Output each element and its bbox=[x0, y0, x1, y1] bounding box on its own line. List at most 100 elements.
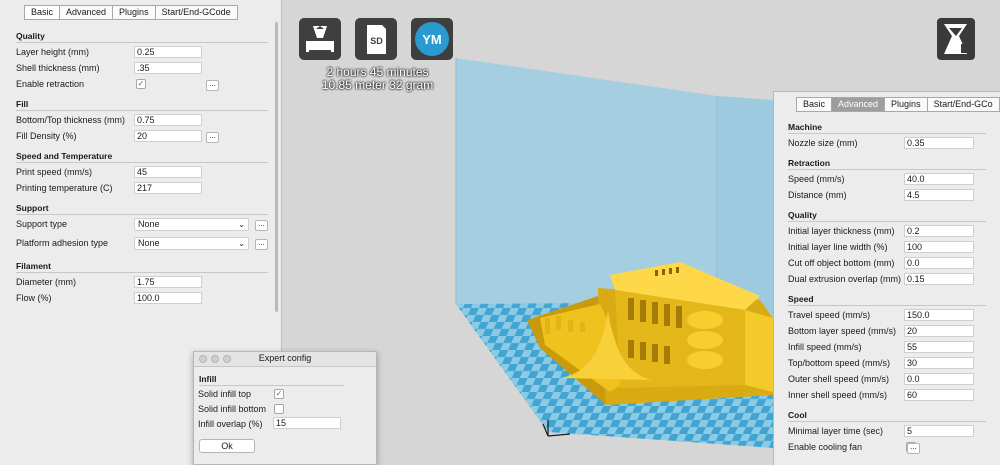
field-input[interactable]: 0.0 bbox=[904, 257, 974, 269]
divider bbox=[199, 385, 344, 386]
select-value: None bbox=[138, 238, 160, 248]
field-label: Cut off object bottom (mm) bbox=[788, 258, 895, 268]
section-divider bbox=[16, 110, 268, 111]
section-title: Quality bbox=[16, 31, 45, 41]
field-input[interactable]: 100.0 bbox=[134, 292, 202, 304]
field-input[interactable]: .35 bbox=[134, 62, 202, 74]
youmagine-icon[interactable]: YM bbox=[411, 18, 453, 60]
dialog-titlebar: Expert config bbox=[194, 352, 376, 367]
field-input[interactable]: 0.25 bbox=[134, 46, 202, 58]
section-title: Retraction bbox=[788, 158, 831, 168]
more-options-button[interactable]: ... bbox=[255, 239, 268, 250]
field-label: Dual extrusion overlap (mm) bbox=[788, 274, 902, 284]
print-material: 10.85 meter 32 gram bbox=[321, 78, 434, 92]
field-label: Print speed (mm/s) bbox=[16, 167, 93, 177]
field-input[interactable]: 45 bbox=[134, 166, 202, 178]
field-label: Diameter (mm) bbox=[16, 277, 76, 287]
solid-infill-top-checkbox[interactable]: ✓ bbox=[274, 389, 284, 399]
infill-overlap-input[interactable]: 15 bbox=[273, 417, 341, 429]
select-value: None bbox=[138, 219, 160, 229]
chevron-down-icon: ⌄ bbox=[238, 220, 245, 229]
section-title: Speed and Temperature bbox=[16, 151, 113, 161]
more-options-button[interactable]: ... bbox=[907, 443, 920, 454]
field-label: Infill speed (mm/s) bbox=[788, 342, 862, 352]
field-label: Bottom/Top thickness (mm) bbox=[16, 115, 126, 125]
field-input[interactable]: 40.0 bbox=[904, 173, 974, 185]
field-input[interactable]: 100 bbox=[904, 241, 974, 253]
field-label: Bottom layer speed (mm/s) bbox=[788, 326, 897, 336]
field-input[interactable]: 55 bbox=[904, 341, 974, 353]
view-mode-icon[interactable] bbox=[937, 18, 975, 60]
tab-basic[interactable]: Basic bbox=[24, 5, 60, 20]
tab-plugins[interactable]: Plugins bbox=[884, 97, 927, 112]
dialog-section-infill: Infill bbox=[199, 374, 217, 384]
section-title: Machine bbox=[788, 122, 823, 132]
section-title: Filament bbox=[16, 261, 51, 271]
right-tab-bar: Basic Advanced Plugins Start/End-GCo bbox=[796, 97, 1000, 112]
tab-advanced[interactable]: Advanced bbox=[59, 5, 113, 20]
field-label: Initial layer thickness (mm) bbox=[788, 226, 895, 236]
field-label: Printing temperature (C) bbox=[16, 183, 113, 193]
section-divider bbox=[788, 305, 986, 306]
infill-overlap-label: Infill overlap (%) bbox=[198, 419, 263, 429]
expert-config-dialog: Expert config Infill Solid infill top ✓ … bbox=[193, 351, 377, 465]
tab-advanced[interactable]: Advanced bbox=[831, 97, 885, 112]
dialog-title: Expert config bbox=[258, 353, 312, 363]
more-options-button[interactable]: ... bbox=[206, 80, 219, 91]
field-label: Speed (mm/s) bbox=[788, 174, 845, 184]
left-scrollbar[interactable] bbox=[275, 22, 278, 312]
tab-basic[interactable]: Basic bbox=[796, 97, 832, 112]
field-input[interactable]: 0.35 bbox=[904, 137, 974, 149]
section-divider bbox=[16, 272, 268, 273]
field-label: Flow (%) bbox=[16, 293, 52, 303]
field-input[interactable]: 60 bbox=[904, 389, 974, 401]
save-to-sd-icon[interactable]: SD bbox=[355, 18, 397, 60]
field-label: Inner shell speed (mm/s) bbox=[788, 390, 888, 400]
field-label: Enable cooling fan bbox=[788, 442, 863, 452]
field-input[interactable]: 30 bbox=[904, 357, 974, 369]
field-label: Support type bbox=[16, 219, 68, 229]
ok-button[interactable]: Ok bbox=[199, 439, 255, 453]
tab-start-end-gcode[interactable]: Start/End-GCode bbox=[154, 5, 238, 20]
field-select[interactable]: None ⌄ bbox=[134, 218, 249, 231]
tab-start-end-gcode[interactable]: Start/End-GCo bbox=[926, 97, 1000, 112]
advanced-settings-panel: Basic Advanced Plugins Start/End-GCo Mac… bbox=[773, 91, 1000, 465]
field-input[interactable]: 0.75 bbox=[134, 114, 202, 126]
field-input[interactable]: 20 bbox=[134, 130, 202, 142]
field-input[interactable]: 0.2 bbox=[904, 225, 974, 237]
field-input[interactable]: 4.5 bbox=[904, 189, 974, 201]
field-label: Minimal layer time (sec) bbox=[788, 426, 884, 436]
field-select[interactable]: None ⌄ bbox=[134, 237, 249, 250]
svg-text:SD: SD bbox=[370, 36, 383, 46]
section-divider bbox=[788, 169, 986, 170]
tab-plugins[interactable]: Plugins bbox=[112, 5, 155, 20]
section-divider bbox=[788, 133, 986, 134]
solid-infill-bottom-label: Solid infill bottom bbox=[198, 404, 267, 414]
field-input[interactable]: 217 bbox=[134, 182, 202, 194]
field-label: Shell thickness (mm) bbox=[16, 63, 100, 73]
chevron-down-icon: ⌄ bbox=[238, 239, 245, 248]
field-input[interactable]: 5 bbox=[904, 425, 974, 437]
solid-infill-top-label: Solid infill top bbox=[198, 389, 252, 399]
field-label: Enable retraction bbox=[16, 79, 85, 89]
section-title: Quality bbox=[788, 210, 817, 220]
field-input[interactable]: 1.75 bbox=[134, 276, 202, 288]
field-input[interactable]: 150.0 bbox=[904, 309, 974, 321]
more-options-button[interactable]: ... bbox=[206, 132, 219, 143]
section-divider bbox=[16, 162, 268, 163]
field-label: Initial layer line width (%) bbox=[788, 242, 888, 252]
field-input[interactable]: 20 bbox=[904, 325, 974, 337]
field-label: Nozzle size (mm) bbox=[788, 138, 858, 148]
section-title: Speed bbox=[788, 294, 814, 304]
load-model-icon[interactable] bbox=[299, 18, 341, 60]
field-input[interactable]: 0.0 bbox=[904, 373, 974, 385]
svg-text:YM: YM bbox=[422, 32, 442, 47]
solid-infill-bottom-checkbox[interactable] bbox=[274, 404, 284, 414]
field-label: Platform adhesion type bbox=[16, 238, 109, 248]
section-title: Fill bbox=[16, 99, 29, 109]
field-input[interactable]: 0.15 bbox=[904, 273, 974, 285]
field-checkbox[interactable]: ✓ bbox=[136, 79, 146, 89]
field-label: Fill Density (%) bbox=[16, 131, 77, 141]
more-options-button[interactable]: ... bbox=[255, 220, 268, 231]
field-label: Outer shell speed (mm/s) bbox=[788, 374, 890, 384]
